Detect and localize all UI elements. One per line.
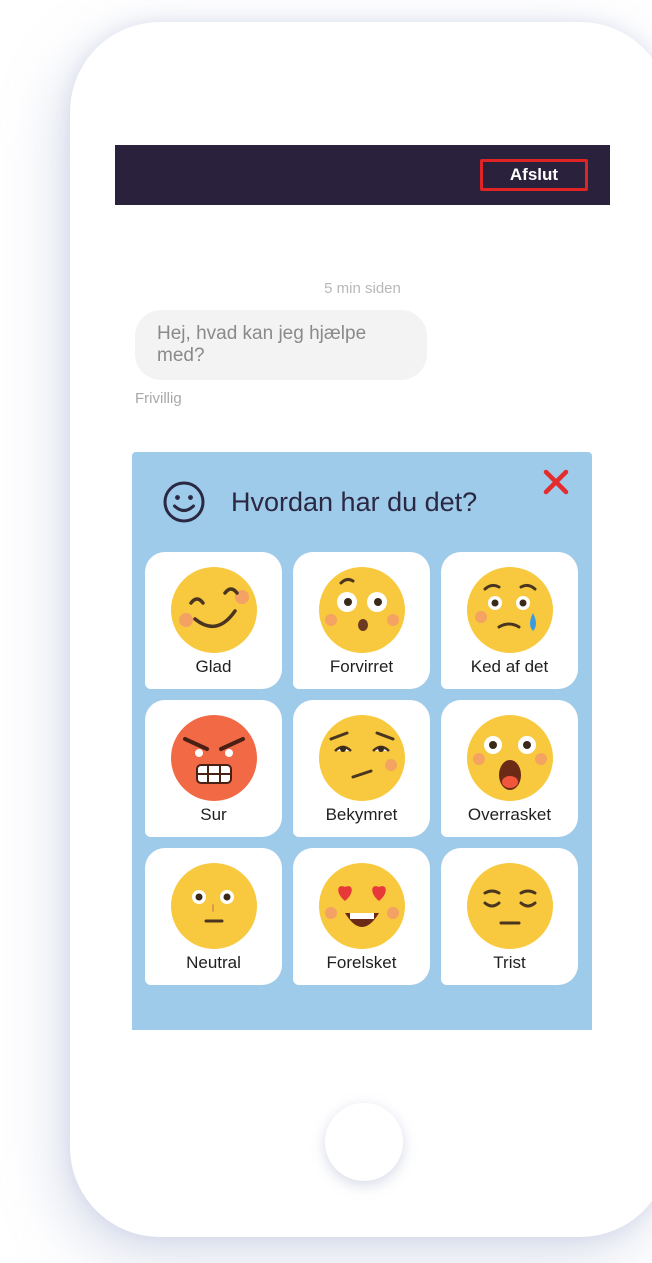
angry-face-icon	[170, 715, 257, 801]
mood-label: Ked af det	[470, 657, 549, 676]
mood-label: Trist	[493, 953, 526, 972]
mood-label: Neutral	[186, 953, 241, 972]
modal-header: Hvordan har du det?	[162, 480, 477, 524]
worried-face-icon	[318, 715, 405, 801]
mood-label: Overrasket	[467, 805, 552, 824]
confused-face-icon	[318, 567, 405, 653]
mood-label: Bekymret	[325, 805, 398, 824]
modal-title: Hvordan har du det?	[231, 486, 478, 517]
message-timestamp: 5 min siden	[324, 280, 401, 297]
mood-option-forvirret[interactable]: Forvirret	[293, 552, 430, 689]
mood-option-overrasket[interactable]: Overrasket	[441, 700, 578, 837]
mood-picker-modal: Hvordan har du det? Glad Forvirret Ked a…	[132, 452, 592, 1030]
top-bar: Afslut	[115, 145, 610, 205]
mood-label: Forelsket	[326, 953, 397, 972]
message-sender: Frivillig	[135, 390, 182, 407]
mood-grid: Glad Forvirret Ked af det Sur Bekymret O…	[145, 552, 578, 985]
happy-face-icon	[170, 567, 257, 653]
mood-option-sur[interactable]: Sur	[145, 700, 282, 837]
mood-label: Sur	[200, 805, 227, 824]
heart-eyes-face-icon	[318, 863, 405, 949]
smiley-outline-icon	[163, 481, 205, 523]
neutral-face-icon	[170, 863, 257, 949]
end-chat-button[interactable]: Afslut	[480, 159, 588, 191]
close-icon[interactable]	[540, 466, 572, 498]
chat-message-bubble: Hej, hvad kan jeg hjælpe med?	[135, 310, 427, 380]
sad-face-icon	[466, 863, 553, 949]
mood-option-bekymret[interactable]: Bekymret	[293, 700, 430, 837]
crying-face-icon	[466, 567, 553, 653]
mood-option-trist[interactable]: Trist	[441, 848, 578, 985]
surprised-face-icon	[466, 715, 553, 801]
chat-screen: Afslut 5 min siden Hej, hvad kan jeg hjæ…	[115, 145, 610, 1030]
mood-option-neutral[interactable]: Neutral	[145, 848, 282, 985]
mood-option-ked-af-det[interactable]: Ked af det	[441, 552, 578, 689]
mood-label: Forvirret	[329, 657, 394, 676]
mood-option-forelsket[interactable]: Forelsket	[293, 848, 430, 985]
home-button[interactable]	[325, 1103, 403, 1181]
mood-label: Glad	[195, 657, 232, 676]
mood-option-glad[interactable]: Glad	[145, 552, 282, 689]
